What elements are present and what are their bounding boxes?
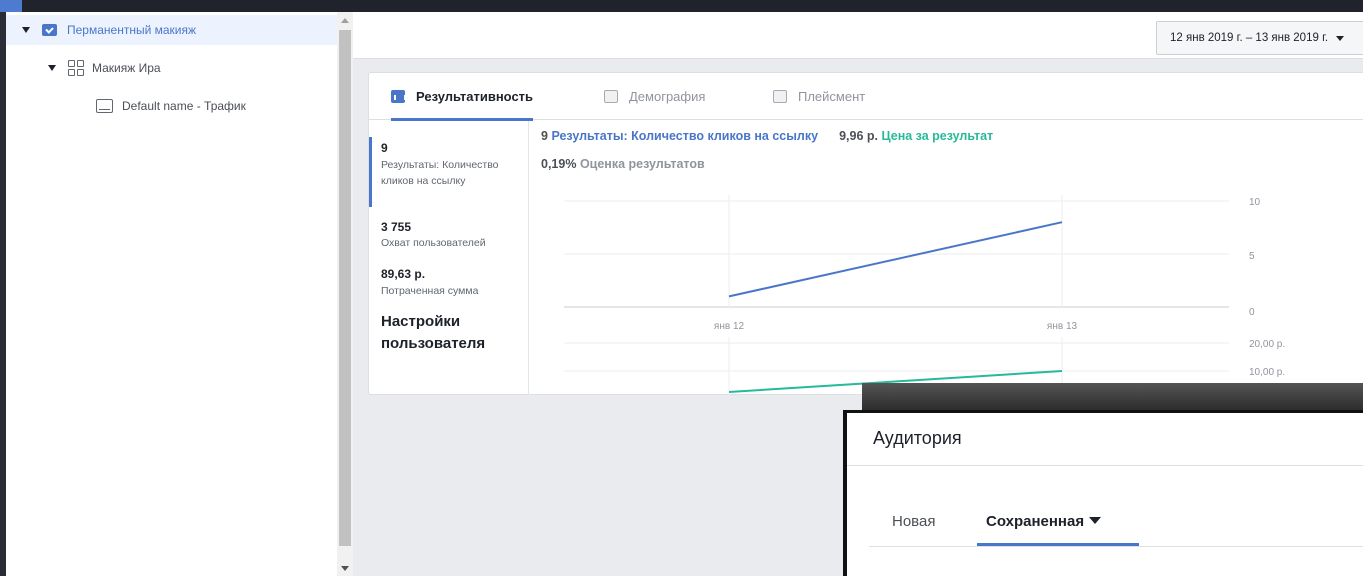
y-tick-label: 10 xyxy=(1249,197,1261,208)
tree-item-campaign[interactable]: Перманентный макияж xyxy=(6,15,337,45)
people-icon xyxy=(604,90,618,103)
sidebar-scrollbar[interactable] xyxy=(337,12,353,576)
tab-saved-audience[interactable]: Сохраненная xyxy=(986,513,1102,530)
tab-label: Демография xyxy=(629,89,706,104)
date-range-picker[interactable]: 12 янв 2019 г. – 13 янв 2019 г. xyxy=(1156,21,1363,55)
tab-new-audience[interactable]: Новая xyxy=(892,513,935,530)
ad-name[interactable]: Default name - Трафик xyxy=(122,99,246,113)
top-accent xyxy=(0,0,22,12)
tree-item-ad[interactable]: Default name - Трафик xyxy=(96,91,246,121)
selected-metric-indicator xyxy=(369,137,372,207)
ad-icon xyxy=(96,99,113,113)
series-line xyxy=(728,221,1063,298)
results-label[interactable]: Результаты: Количество кликов на ссылку xyxy=(381,157,521,189)
caret-down-icon[interactable] xyxy=(1089,517,1102,524)
tree-item-adset[interactable]: Макияж Ира xyxy=(48,53,161,83)
divider xyxy=(847,465,1363,466)
campaign-name[interactable]: Перманентный макияж xyxy=(67,23,196,37)
campaign-tree: Перманентный макияж Макияж Ира Default n… xyxy=(6,12,337,576)
spent-label[interactable]: Потраченная сумма xyxy=(381,283,521,299)
date-range-label: 12 янв 2019 г. – 13 янв 2019 г. xyxy=(1170,32,1329,44)
caret-down-icon[interactable] xyxy=(22,27,30,33)
custom-settings-link[interactable]: Настройки пользователя xyxy=(381,311,521,355)
insights-panel: Результативность Демография Плейсмент 9 … xyxy=(368,72,1363,395)
y-tick-label: 20,00 р. xyxy=(1249,339,1285,350)
x-tick-label: янв 13 xyxy=(1047,321,1078,332)
tab-demographics[interactable]: Демография xyxy=(604,73,705,120)
scroll-down-icon[interactable] xyxy=(341,566,349,571)
tab-placement[interactable]: Плейсмент xyxy=(773,73,865,120)
y-tick-label: 10,00 р. xyxy=(1249,367,1285,378)
adset-grid-icon xyxy=(68,60,84,76)
campaign-folder-icon xyxy=(42,24,57,36)
window-top-strip xyxy=(0,0,1363,12)
scroll-up-icon[interactable] xyxy=(341,18,349,23)
chart-area: 9 Результаты: Количество кликов на ссылк… xyxy=(529,121,1363,395)
adset-name[interactable]: Макияж Ира xyxy=(92,61,161,75)
metrics-column: 9 Результаты: Количество кликов на ссылк… xyxy=(369,121,529,395)
performance-charts: 1050янв 12янв 1320,00 р.10,00 р.0,00 р. xyxy=(564,195,1285,395)
placement-icon xyxy=(773,90,787,103)
y-tick-label: 5 xyxy=(1249,251,1255,262)
tab-label: Плейсмент xyxy=(798,89,866,104)
caret-down-icon[interactable] xyxy=(48,65,56,71)
audience-panel: Аудитория Новая Сохраненная xyxy=(843,410,1363,576)
overlay-shadow xyxy=(862,383,1363,411)
scroll-thumb[interactable] xyxy=(339,30,351,546)
audience-title: Аудитория xyxy=(873,428,962,448)
results-value[interactable]: 9 xyxy=(381,141,388,155)
main-toolbar: 12 янв 2019 г. – 13 янв 2019 г. xyxy=(353,12,1363,59)
bar-chart-icon xyxy=(391,90,406,103)
chevron-down-icon xyxy=(1336,35,1345,41)
tabs-divider xyxy=(869,546,1363,547)
y-tick-label: 0 xyxy=(1249,307,1255,318)
saved-tab-label: Сохраненная xyxy=(986,513,1085,530)
spent-value[interactable]: 89,63 р. xyxy=(381,267,425,281)
tab-performance[interactable]: Результативность xyxy=(391,73,534,121)
x-tick-label: янв 12 xyxy=(714,321,745,332)
tab-label: Результативность xyxy=(416,89,534,104)
reach-label[interactable]: Охват пользователей xyxy=(381,235,521,251)
insights-tabs: Результативность Демография Плейсмент xyxy=(369,73,1363,121)
reach-value[interactable]: 3 755 xyxy=(381,220,411,234)
